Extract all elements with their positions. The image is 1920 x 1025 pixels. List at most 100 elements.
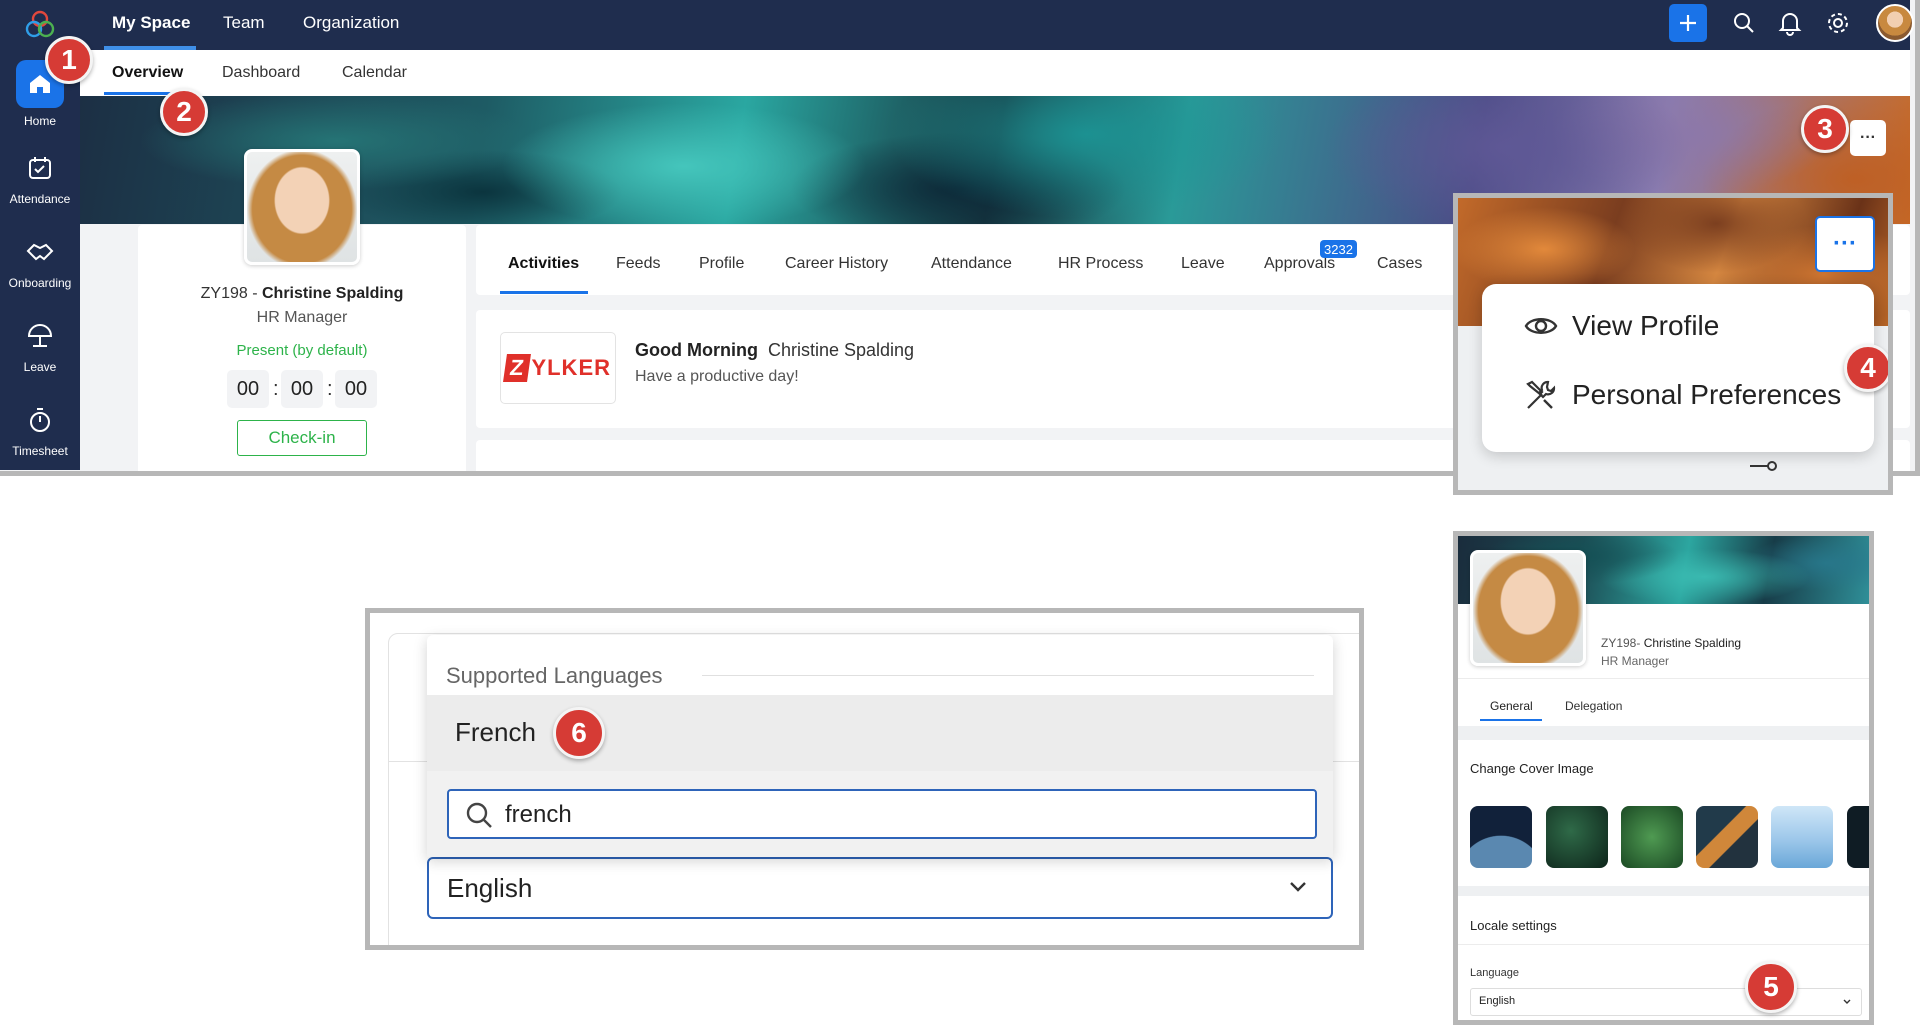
- employee-name: Christine Spalding: [262, 285, 404, 302]
- step-badge-1: 1: [45, 36, 93, 84]
- search-icon: [466, 802, 492, 828]
- menu-item-label: View Profile: [1572, 310, 1720, 341]
- plus-icon: [1680, 15, 1696, 31]
- preferences-divider: [1458, 678, 1869, 679]
- language-select[interactable]: English: [427, 857, 1333, 919]
- sidebar-item-label: Onboarding: [8, 276, 72, 290]
- employee-role: HR Manager: [1601, 654, 1670, 668]
- more-options-button[interactable]: ···: [1850, 120, 1886, 156]
- checkin-button[interactable]: Check-in: [237, 420, 367, 456]
- logo-text: YLKER: [531, 355, 611, 380]
- search-icon[interactable]: [1732, 11, 1756, 35]
- employee-name: Christine Spalding: [1643, 636, 1742, 650]
- sidebar-item-label: Timesheet: [12, 444, 68, 458]
- preferences-zoom-panel: ZY198- Christine Spalding HR Manager Gen…: [1453, 531, 1874, 1025]
- timer-separator: :: [273, 378, 279, 400]
- gear-icon[interactable]: [1825, 10, 1851, 36]
- nav-tab-team[interactable]: Team: [223, 13, 265, 33]
- cover-thumb-sky[interactable]: [1771, 806, 1833, 868]
- cover-thumb-earth[interactable]: [1470, 806, 1532, 868]
- umbrella-icon: [27, 324, 53, 347]
- cover-section-title: Change Cover Image: [1470, 761, 1594, 776]
- approvals-count-badge: 3232: [1320, 240, 1357, 258]
- profile-photo: [244, 149, 360, 265]
- language-search-input[interactable]: french: [447, 789, 1317, 839]
- tab-feeds[interactable]: Feeds: [616, 255, 660, 273]
- tab-activities[interactable]: Activities: [508, 255, 579, 273]
- add-button[interactable]: [1669, 4, 1707, 42]
- menu-item-label: Personal Preferences: [1572, 379, 1842, 410]
- handshake-icon: [26, 243, 54, 261]
- calendar-check-icon: [29, 157, 51, 179]
- sidebar-item-attendance[interactable]: Attendance: [0, 150, 80, 206]
- nav-tab-organization[interactable]: Organization: [303, 13, 399, 33]
- employee-id: ZY198-: [1601, 636, 1644, 650]
- subtab-overview[interactable]: Overview: [112, 64, 183, 82]
- preferences-divider: [1458, 944, 1869, 945]
- sidebar-item-timesheet[interactable]: Timesheet: [0, 402, 80, 458]
- logo-letter: Z: [503, 354, 532, 382]
- timer-seconds: 00: [335, 370, 377, 408]
- tab-active-indicator: [500, 291, 588, 294]
- employee-role: HR Manager: [256, 309, 348, 326]
- tools-icon: [1526, 380, 1556, 409]
- preferences-tab-delegation[interactable]: Delegation: [1565, 699, 1622, 713]
- sidebar-item-onboarding[interactable]: Onboarding: [0, 234, 80, 290]
- nav-tab-my-space[interactable]: My Space: [112, 13, 190, 33]
- timer-minutes: 00: [281, 370, 323, 408]
- cover-thumb-dark-leaves[interactable]: [1546, 806, 1608, 868]
- tab-attendance[interactable]: Attendance: [931, 255, 1012, 273]
- menu-item-view-profile[interactable]: View Profile: [1524, 310, 1719, 342]
- app-logo-icon[interactable]: [22, 7, 58, 43]
- cover-thumb-green-leaves[interactable]: [1621, 806, 1683, 868]
- attendance-status: Present (by default): [236, 342, 368, 359]
- eye-icon: [1524, 318, 1558, 334]
- tab-career-history[interactable]: Career History: [785, 255, 888, 273]
- chevron-down-icon: [1290, 882, 1306, 892]
- cover-thumb-night[interactable]: [1847, 806, 1869, 868]
- step-badge-4: 4: [1844, 344, 1888, 392]
- top-navbar: [0, 0, 1910, 50]
- greeting-name: Christine Spalding: [767, 340, 915, 360]
- tab-profile[interactable]: Profile: [699, 255, 744, 273]
- bell-icon[interactable]: [1778, 10, 1802, 36]
- screenshot-collage: My Space Team Organization Home Attendan…: [0, 0, 1920, 1025]
- greeting-message: Have a productive day!: [635, 368, 799, 385]
- preferences-tab-general[interactable]: General: [1490, 699, 1533, 713]
- tab-leave[interactable]: Leave: [1181, 255, 1225, 273]
- employee-id: ZY198 -: [200, 285, 262, 302]
- preferences-gap: [1458, 726, 1869, 740]
- language-select-value: English: [447, 873, 533, 903]
- more-options-button-zoom[interactable]: ···: [1815, 216, 1875, 272]
- sidebar-item-leave[interactable]: Leave: [0, 318, 80, 374]
- timer-hours: 00: [227, 370, 269, 408]
- preferences-divider: [1458, 886, 1869, 896]
- sidebar-item-label: Home: [23, 114, 56, 128]
- preferences-profile-photo: [1470, 550, 1586, 666]
- language-field-select[interactable]: English: [1470, 988, 1862, 1016]
- language-search-value: french: [505, 801, 572, 828]
- profile-name-line: ZY198 - Christine Spalding: [138, 285, 466, 303]
- chevron-down-icon: [1843, 999, 1851, 1004]
- cover-thumb-tent[interactable]: [1696, 806, 1758, 868]
- step-badge-6: 6: [553, 707, 605, 759]
- preferences-name-line: ZY198- Christine Spalding: [1601, 636, 1741, 650]
- tab-cases[interactable]: Cases: [1377, 255, 1422, 273]
- tab-hr-process[interactable]: HR Process: [1058, 255, 1143, 273]
- sidebar-item-label: Attendance: [9, 192, 71, 206]
- language-picker-zoom-panel: English Supported Languages French frenc…: [365, 608, 1364, 950]
- subtab-calendar[interactable]: Calendar: [342, 64, 407, 82]
- language-group-divider: [702, 675, 1314, 676]
- greeting-title: Good Morning: [635, 340, 758, 360]
- stopwatch-icon: [30, 408, 50, 432]
- sidebar-item-label: Leave: [23, 360, 57, 374]
- greeting-line: Good Morning Christine Spalding: [635, 340, 914, 361]
- language-group-label: Supported Languages: [446, 663, 663, 688]
- subtab-dashboard[interactable]: Dashboard: [222, 64, 300, 82]
- step-badge-3: 3: [1801, 105, 1849, 153]
- menu-item-personal-preferences[interactable]: Personal Preferences: [1524, 378, 1841, 412]
- language-option-label: French: [455, 717, 536, 747]
- timer-separator: :: [327, 378, 333, 400]
- language-field-label: Language: [1470, 967, 1519, 979]
- user-avatar[interactable]: [1876, 4, 1914, 42]
